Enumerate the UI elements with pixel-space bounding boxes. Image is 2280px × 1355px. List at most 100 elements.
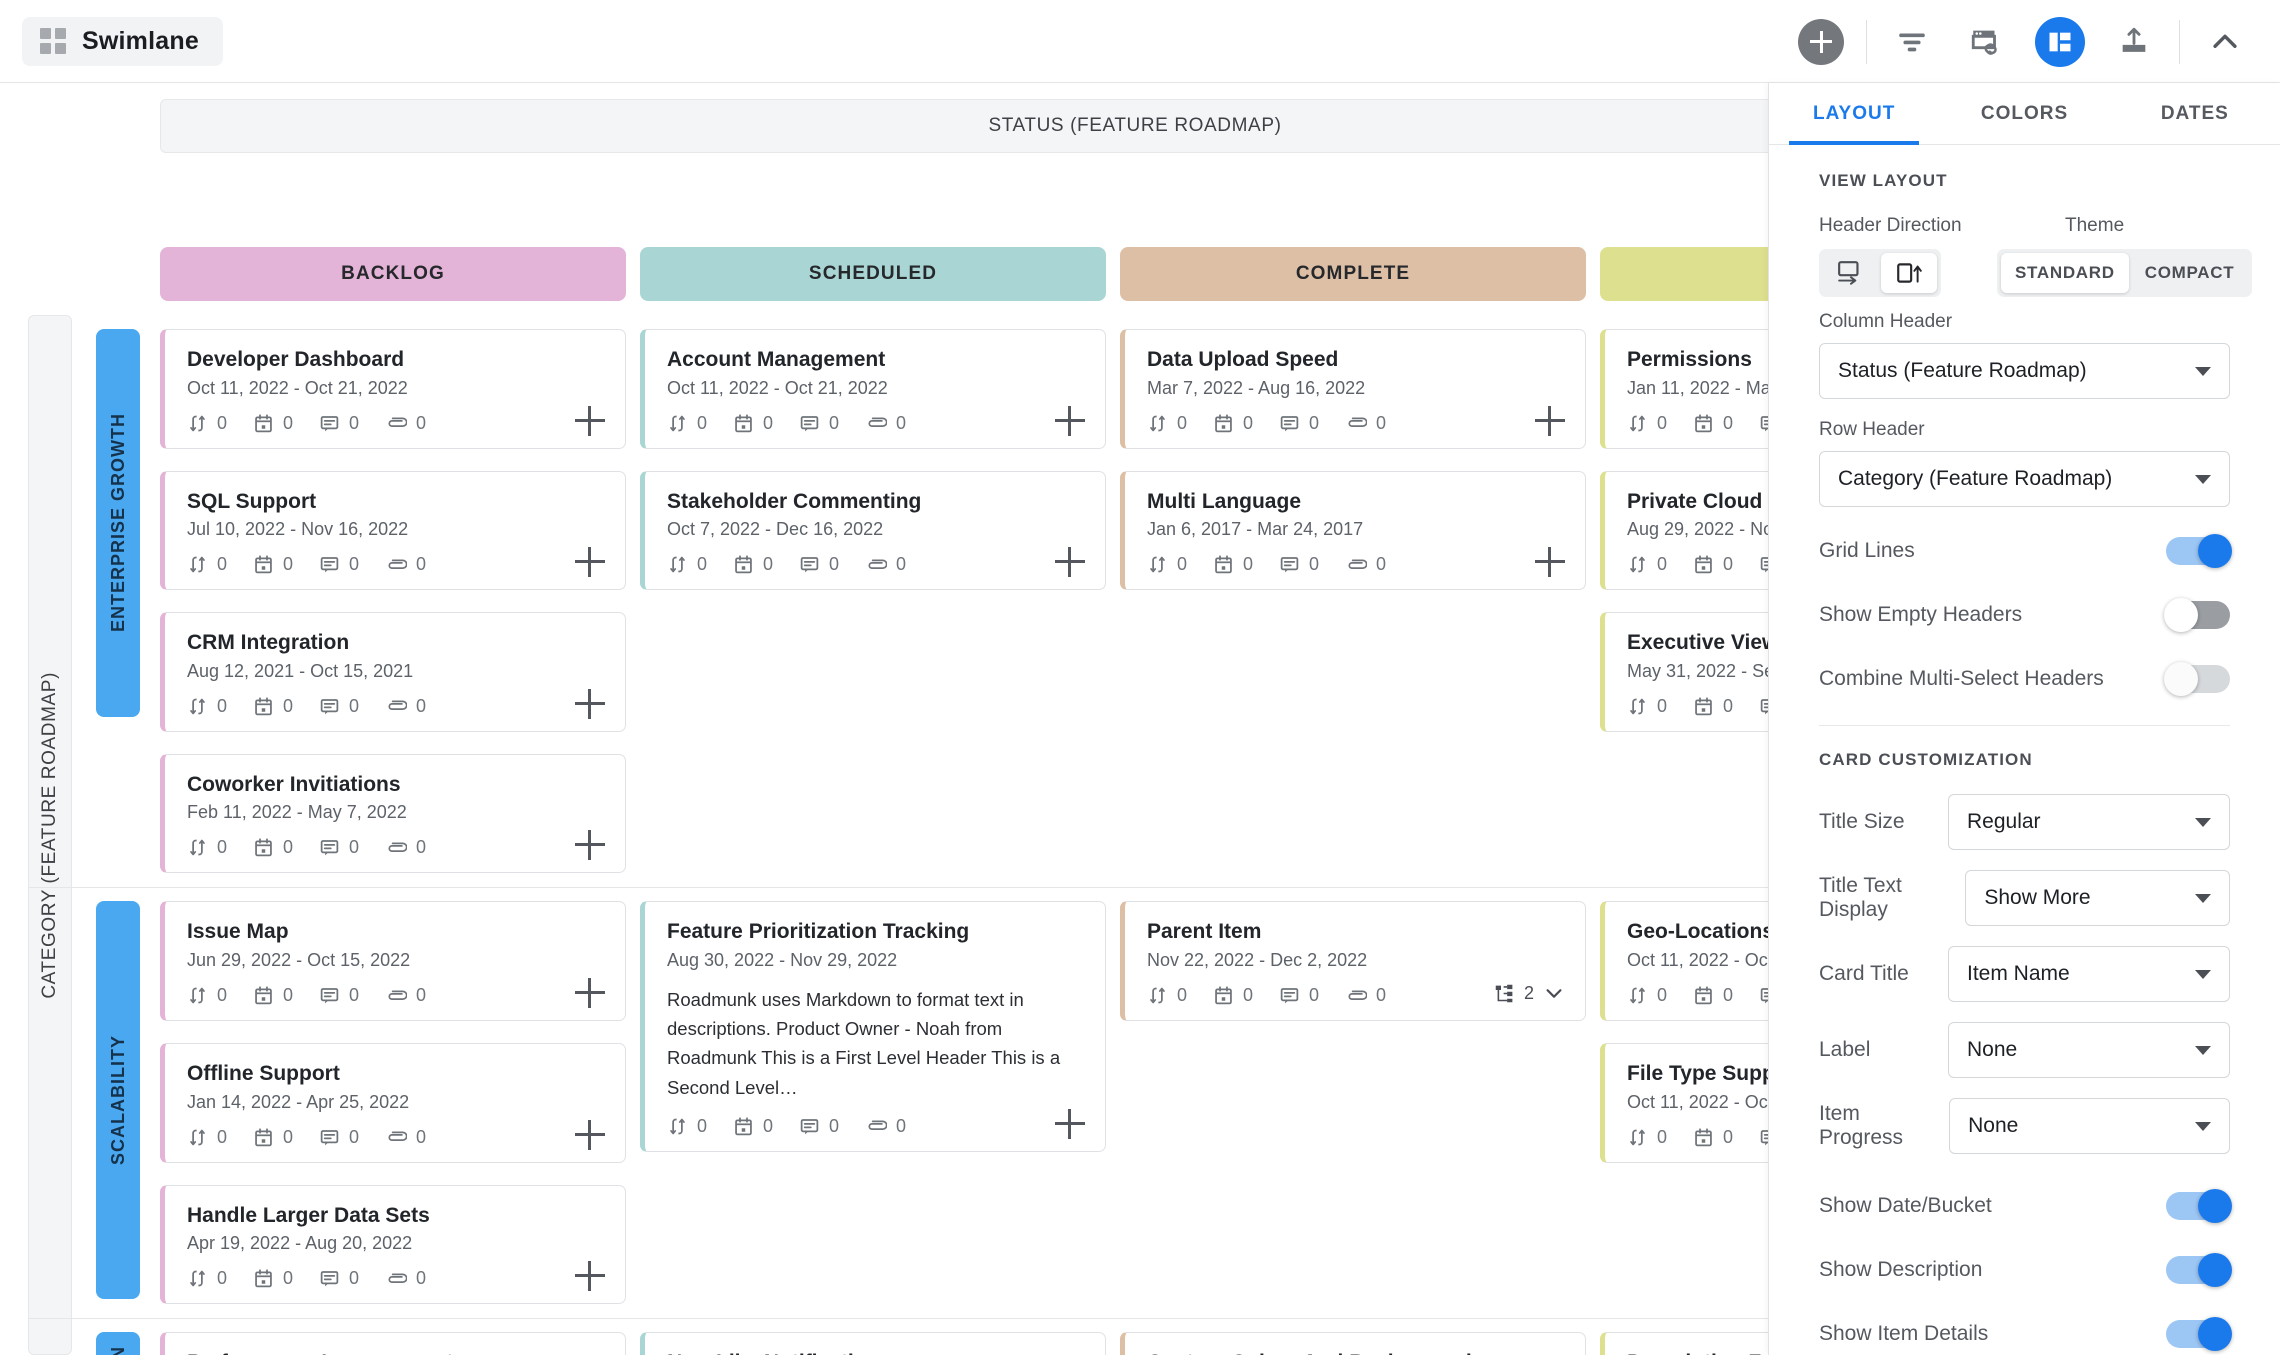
roadmap-card[interactable]: SQL Support Jul 10, 2022 - Nov 16, 2022 0 0… — [160, 470, 626, 591]
column-header-backlog[interactable]: BACKLOG — [160, 247, 626, 301]
card-add-button[interactable] — [575, 405, 605, 436]
card-comment-count[interactable]: 0 — [799, 554, 839, 575]
roadmap-card[interactable]: Coworker Invitiations Feb 11, 2022 - May … — [160, 753, 626, 874]
card-comment-count[interactable]: 0 — [319, 413, 359, 434]
roadmap-card[interactable]: New Like NotificationJan 15, 2022 - Apr … — [640, 1332, 1106, 1355]
card-comment-count[interactable]: 0 — [319, 696, 359, 717]
roadmap-card[interactable]: Issue Map Jun 29, 2022 - Oct 15, 2022 0 0 0 0 — [160, 901, 626, 1022]
toggle-switch-show-empty-headers[interactable] — [2164, 598, 2230, 632]
card-attachment-count[interactable]: 0 — [385, 1127, 426, 1148]
card-dependency-count[interactable]: 0 — [1147, 413, 1187, 434]
card-dependency-count[interactable]: 0 — [1627, 554, 1667, 575]
card-attachment-count[interactable]: 0 — [385, 554, 426, 575]
panel-toggle-button[interactable] — [2023, 0, 2097, 83]
card-milestone-count[interactable]: 0 — [1693, 413, 1733, 434]
theme-option-standard[interactable]: STANDARD — [2001, 253, 2129, 293]
filter-button[interactable] — [1875, 0, 1949, 83]
roadmap-card[interactable]: Performance ImprovementsOct 11, 2022 - O… — [160, 1332, 626, 1355]
card-attachment-count[interactable]: 0 — [1345, 413, 1386, 434]
horizontal-header-icon[interactable] — [1823, 253, 1879, 293]
select-label[interactable]: None — [1948, 1022, 2230, 1078]
theme-option-compact[interactable]: COMPACT — [2131, 253, 2249, 293]
card-milestone-count[interactable]: 0 — [1213, 985, 1253, 1006]
card-add-button[interactable] — [575, 1119, 605, 1150]
card-add-button[interactable] — [575, 830, 605, 861]
column-header-complete[interactable]: COMPLETE — [1120, 247, 1586, 301]
toggle-switch-show-description[interactable] — [2166, 1253, 2232, 1287]
card-comment-count[interactable]: 0 — [319, 554, 359, 575]
card-add-button[interactable] — [575, 978, 605, 1009]
card-attachment-count[interactable]: 0 — [1345, 554, 1386, 575]
swimlane-label-scalability[interactable]: SCALABILITY — [96, 901, 140, 1300]
card-comment-count[interactable]: 0 — [319, 1268, 359, 1289]
roadmap-card[interactable]: Account Management Oct 11, 2022 - Oct 21,… — [640, 329, 1106, 449]
card-comment-count[interactable]: 0 — [799, 413, 839, 434]
card-milestone-count[interactable]: 0 — [253, 413, 293, 434]
roadmap-card[interactable]: Multi Language Jan 6, 2017 - Mar 24, 2017… — [1120, 470, 1586, 591]
card-attachment-count[interactable]: 0 — [385, 413, 426, 434]
card-attachment-count[interactable]: 0 — [385, 696, 426, 717]
card-dependency-count[interactable]: 0 — [187, 1268, 227, 1289]
card-add-button[interactable] — [575, 688, 605, 719]
card-dependency-count[interactable]: 0 — [667, 554, 707, 575]
collapse-button[interactable] — [2188, 0, 2262, 83]
card-attachment-count[interactable]: 0 — [385, 985, 426, 1006]
tab-layout[interactable]: LAYOUT — [1769, 83, 1939, 145]
card-attachment-count[interactable]: 0 — [385, 1268, 426, 1289]
swimlane-label-churn[interactable]: CHURN — [96, 1332, 140, 1355]
tab-colors[interactable]: COLORS — [1939, 83, 2109, 144]
card-comment-count[interactable]: 0 — [1279, 554, 1319, 575]
card-attachment-count[interactable]: 0 — [1345, 985, 1386, 1006]
card-milestone-count[interactable]: 0 — [253, 696, 293, 717]
card-milestone-count[interactable]: 0 — [253, 985, 293, 1006]
card-comment-count[interactable]: 0 — [319, 837, 359, 858]
select-title-size[interactable]: Regular — [1948, 794, 2230, 850]
card-milestone-count[interactable]: 0 — [253, 1127, 293, 1148]
swimlane-label-enterprise-growth[interactable]: ENTERPRISE GROWTH — [96, 329, 140, 717]
card-comment-count[interactable]: 0 — [319, 985, 359, 1006]
swimlane-view-chip[interactable]: Swimlane — [22, 16, 223, 66]
export-button[interactable] — [2097, 0, 2171, 83]
vertical-header-icon[interactable] — [1881, 253, 1937, 293]
card-comment-count[interactable]: 0 — [1279, 985, 1319, 1006]
card-dependency-count[interactable]: 0 — [667, 1116, 707, 1137]
select-title-text-display[interactable]: Show More — [1965, 870, 2230, 926]
card-attachment-count[interactable]: 0 — [865, 1116, 906, 1137]
add-button[interactable] — [1784, 0, 1858, 83]
card-milestone-count[interactable]: 0 — [253, 554, 293, 575]
card-dependency-count[interactable]: 0 — [1627, 696, 1667, 717]
card-add-button[interactable] — [1535, 547, 1565, 578]
card-milestone-count[interactable]: 0 — [1213, 554, 1253, 575]
roadmap-card[interactable]: Developer Dashboard Oct 11, 2022 - Oct 21… — [160, 329, 626, 449]
card-dependency-count[interactable]: 0 — [1147, 985, 1187, 1006]
card-milestone-count[interactable]: 0 — [733, 413, 773, 434]
card-comment-count[interactable]: 0 — [1279, 413, 1319, 434]
row-header-select[interactable]: Category (Feature Roadmap) — [1819, 451, 2230, 507]
card-milestone-count[interactable]: 0 — [733, 1116, 773, 1137]
card-dependency-count[interactable]: 0 — [1627, 1127, 1667, 1148]
card-add-button[interactable] — [1055, 547, 1085, 578]
card-add-button[interactable] — [1055, 1108, 1085, 1139]
card-comment-count[interactable]: 0 — [319, 1127, 359, 1148]
toggle-switch-show-date-bucket[interactable] — [2166, 1189, 2232, 1223]
roadmap-card[interactable]: Offline Support Jan 14, 2022 - Apr 25, 20… — [160, 1043, 626, 1163]
toggle-switch-grid-lines[interactable] — [2166, 534, 2232, 568]
card-add-button[interactable] — [1055, 405, 1085, 436]
toggle-switch-show-item-details[interactable] — [2166, 1317, 2232, 1351]
card-milestone-count[interactable]: 0 — [253, 837, 293, 858]
roadmap-card[interactable]: Feature Prioritization Tracking Aug 30, 2… — [640, 901, 1106, 1152]
card-comment-count[interactable]: 0 — [799, 1116, 839, 1137]
card-milestone-count[interactable]: 0 — [253, 1268, 293, 1289]
select-card-title[interactable]: Item Name — [1948, 946, 2230, 1002]
card-dependency-count[interactable]: 0 — [667, 413, 707, 434]
card-dependency-count[interactable]: 0 — [187, 1127, 227, 1148]
card-add-button[interactable] — [1535, 405, 1565, 436]
card-milestone-count[interactable]: 0 — [1213, 413, 1253, 434]
toggle-switch-combine-multi-select-headers[interactable] — [2164, 662, 2230, 696]
card-milestone-count[interactable]: 0 — [1693, 554, 1733, 575]
roadmap-card[interactable]: Handle Larger Data Sets Apr 19, 2022 - Au… — [160, 1184, 626, 1305]
select-item-progress[interactable]: None — [1949, 1098, 2230, 1154]
roadmap-card[interactable]: Data Upload Speed Mar 7, 2022 - Aug 16, 2… — [1120, 329, 1586, 449]
column-header-select[interactable]: Status (Feature Roadmap) — [1819, 343, 2230, 399]
card-dependency-count[interactable]: 0 — [187, 554, 227, 575]
